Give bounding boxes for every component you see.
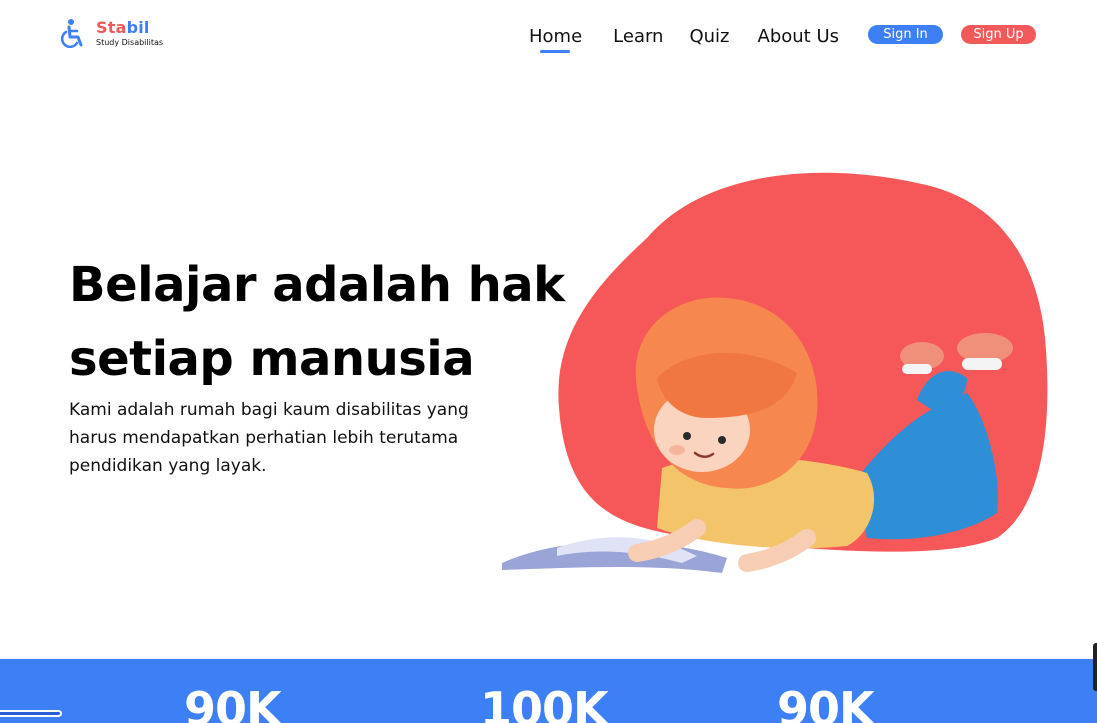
brand-logo[interactable]: Stabil Study Disabilitas (60, 18, 163, 48)
brand-tagline: Study Disabilitas (96, 37, 164, 47)
main-nav: Home Learn Quiz About Us (529, 26, 840, 53)
stats-section: 90K 100K 90K (0, 659, 1097, 723)
sign-up-button[interactable]: Sign Up (961, 25, 1036, 44)
sign-in-button[interactable]: Sign In (868, 25, 943, 44)
hero-title-line2: setiap manusia (69, 331, 475, 387)
wheelchair-icon (60, 19, 83, 48)
girl-reading-book-illustration (502, 172, 1048, 573)
hero-description: Kami adalah rumah bagi kaum disabilitas … (69, 400, 469, 476)
nav-about-us[interactable]: About Us (758, 26, 840, 47)
hero-title: Belajar adalah hak setiap manusia (69, 248, 569, 396)
nav-home[interactable]: Home (529, 26, 582, 53)
brand-text: Stabil Study Disabilitas (96, 17, 164, 47)
side-tab-handle[interactable] (1093, 643, 1097, 691)
carousel-indicator[interactable] (0, 710, 62, 717)
stat-value-2: 100K (480, 682, 609, 723)
brand-name: Stabil (96, 17, 150, 37)
nav-learn[interactable]: Learn (613, 26, 663, 47)
stat-value-3: 90K (777, 682, 875, 723)
stat-value-1: 90K (184, 682, 282, 723)
hero-title-line1: Belajar adalah hak (69, 257, 565, 313)
nav-quiz[interactable]: Quiz (689, 26, 729, 47)
